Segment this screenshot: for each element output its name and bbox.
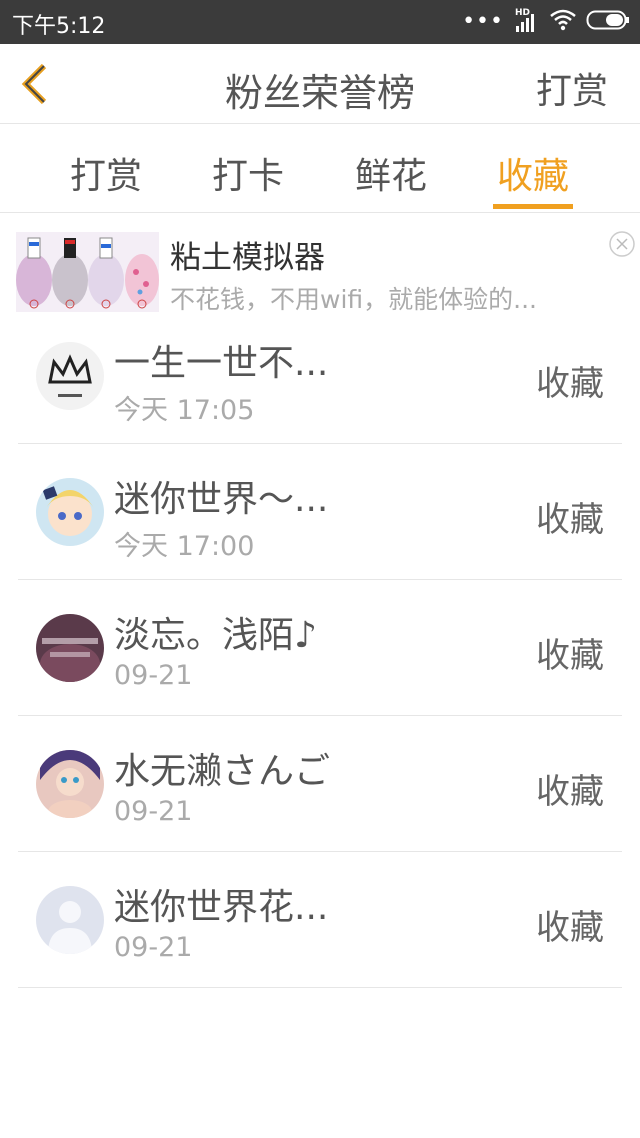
- battery-icon: [586, 9, 630, 35]
- crown-avatar[interactable]: [36, 342, 104, 410]
- list-item-time: 今天 17:05: [114, 395, 255, 426]
- ad-image: [16, 232, 159, 312]
- list-item-time: 今天 17:00: [114, 531, 255, 562]
- list-item-name: 一生一世不...: [114, 343, 329, 384]
- ad-title: 粘土模拟器: [170, 240, 325, 276]
- list-item[interactable]: 淡忘。浅陌♪ 09-21 收藏: [18, 580, 622, 716]
- hd-label: HD: [515, 8, 531, 18]
- list-item-time: 09-21: [114, 660, 193, 691]
- list-item[interactable]: 迷你世界～... 今天 17:00 收藏: [18, 444, 622, 580]
- signal-icon: HD: [514, 8, 540, 34]
- default-user-avatar[interactable]: [36, 886, 104, 954]
- list-item-name: 迷你世界花...: [114, 887, 329, 928]
- list-item-action: 收藏: [536, 364, 604, 404]
- list-item-action: 收藏: [536, 500, 604, 540]
- anime-character-avatar[interactable]: [36, 750, 104, 818]
- wifi-icon: [550, 9, 576, 35]
- list-item-time: 09-21: [114, 796, 193, 827]
- list-item[interactable]: 一生一世不... 今天 17:05 收藏: [18, 308, 622, 444]
- status-bar: 下午5:12 ••• HD: [0, 0, 640, 44]
- tab-reward[interactable]: 打赏: [56, 147, 156, 199]
- status-time: 下午5:12: [12, 14, 106, 39]
- reward-button[interactable]: 打赏: [536, 62, 608, 114]
- list-item-name: 水无濑さんご: [114, 751, 331, 792]
- anime-girl-avatar[interactable]: [36, 478, 104, 546]
- tab-flowers[interactable]: 鲜花: [341, 147, 441, 199]
- tab-bar: 打赏 打卡 鲜花 收藏: [0, 125, 640, 213]
- list-item-action: 收藏: [536, 908, 604, 948]
- ad-close-button[interactable]: [604, 230, 640, 262]
- list-item-name: 迷你世界～...: [114, 479, 329, 520]
- list-item-name: 淡忘。浅陌♪: [114, 615, 317, 656]
- dark-text-avatar[interactable]: [36, 614, 104, 682]
- list-item[interactable]: 水无濑さんご 09-21 收藏: [18, 716, 622, 852]
- list-item-action: 收藏: [536, 636, 604, 676]
- tab-favorites[interactable]: 收藏: [483, 147, 583, 199]
- list-item[interactable]: 迷你世界花... 09-21 收藏: [18, 852, 622, 988]
- favorites-list: 一生一世不... 今天 17:05 收藏 迷你世界～... 今天 17:00 收…: [0, 308, 640, 988]
- list-item-action: 收藏: [536, 772, 604, 812]
- active-tab-indicator: [493, 204, 573, 209]
- more-dots-icon: •••: [462, 9, 504, 34]
- status-icons: ••• HD: [462, 8, 630, 36]
- tab-checkin[interactable]: 打卡: [198, 147, 298, 199]
- header: 粉丝荣誉榜 打赏: [0, 44, 640, 124]
- list-item-time: 09-21: [114, 932, 193, 963]
- close-icon: [609, 231, 635, 257]
- ad-banner[interactable]: 粘土模拟器 不花钱，不用wifi，就能体验的...: [0, 226, 640, 314]
